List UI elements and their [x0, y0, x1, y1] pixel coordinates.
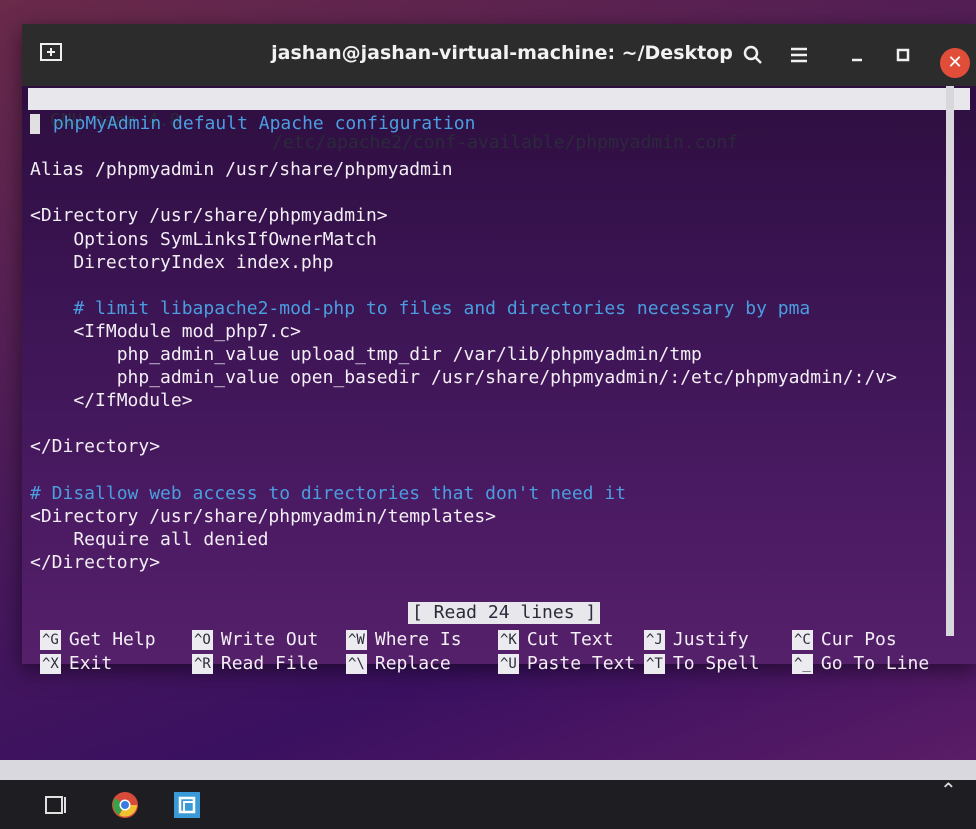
shortcut-item: ^J Justify [644, 628, 749, 652]
shortcut-key: ^W [346, 630, 367, 650]
shortcut-key: ^X [40, 654, 61, 674]
status-message: [ Read 24 lines ] [408, 602, 601, 624]
shortcut-key: ^T [644, 654, 665, 674]
shortcut-key: ^J [644, 630, 665, 650]
host-window-strip [0, 760, 976, 780]
minimize-icon[interactable] [844, 42, 870, 68]
close-icon[interactable]: ✕ [940, 48, 970, 78]
editor-line: </Directory> [30, 436, 161, 458]
editor-line: # Disallow web access to directories tha… [30, 482, 627, 504]
shortcut-key: ^\ [346, 654, 367, 674]
editor-line: Options SymLinksIfOwnerMatch [30, 228, 377, 250]
shortcut-item: ^T To Spell [644, 652, 760, 676]
shortcut-item: ^U Paste Text [498, 652, 635, 676]
shortcut-key: ^K [498, 630, 519, 650]
editor-line: </Directory> [30, 551, 161, 573]
shortcut-label: Exit [68, 653, 113, 674]
editor-line: <Directory /usr/share/phpmyadmin/templat… [30, 505, 496, 527]
window-title: jashan@jashan-virtual-machine: ~/Desktop [271, 42, 733, 64]
maximize-icon[interactable] [890, 42, 916, 68]
shortcut-key: ^_ [792, 654, 813, 674]
shortcut-key: ^R [192, 654, 213, 674]
shortcut-item: ^R Read File [192, 652, 318, 676]
shortcut-item: ^G Get Help [40, 628, 156, 652]
shortcut-item: ^X Exit [40, 652, 112, 676]
shortcut-label: Read File [220, 653, 319, 674]
vmware-icon[interactable] [172, 790, 202, 820]
editor-line: phpMyAdmin default Apache configuration [30, 112, 475, 136]
terminal-content[interactable]: GNU nano 4.8 /etc/apache2/conf-available… [28, 86, 972, 674]
shortcut-label: Cut Text [526, 629, 614, 650]
text-cursor [30, 114, 40, 134]
shortcut-key: ^O [192, 630, 213, 650]
shortcut-key: ^G [40, 630, 61, 650]
editor-line: Require all denied [30, 528, 269, 550]
task-view-icon[interactable] [42, 790, 72, 820]
shortcut-key: ^U [498, 654, 519, 674]
shortcut-label: Paste Text [526, 653, 636, 674]
editor-line: php_admin_value open_basedir /usr/share/… [30, 367, 897, 389]
shortcut-label: Replace [374, 653, 451, 674]
shortcut-item: ^W Where Is [346, 628, 462, 652]
editor-line: php_admin_value upload_tmp_dir /var/lib/… [30, 344, 702, 365]
shortcut-label: Cur Pos [820, 629, 897, 650]
shortcut-label: To Spell [672, 653, 760, 674]
new-tab-icon[interactable] [40, 43, 62, 61]
window-titlebar[interactable]: jashan@jashan-virtual-machine: ~/Desktop… [22, 24, 976, 86]
shortcut-label: Get Help [68, 629, 156, 650]
editor-line: # limit libapache2-mod-php to files and … [30, 297, 811, 319]
editor-line: DirectoryIndex index.php [30, 251, 334, 273]
shortcut-item: ^_ Go To Line [792, 652, 929, 676]
hamburger-menu-icon[interactable] [786, 42, 812, 68]
scrollbar[interactable] [946, 86, 954, 636]
editor-line: <Directory /usr/share/phpmyadmin> [30, 205, 388, 227]
shortcut-label: Justify [672, 629, 749, 650]
shortcut-item: ^\ Replace [346, 652, 451, 676]
shortcut-key: ^C [792, 630, 813, 650]
nano-header-bar: GNU nano 4.8 /etc/apache2/conf-available… [28, 88, 970, 153]
editor-line: </IfModule> [30, 390, 193, 412]
line-text: phpMyAdmin default Apache configuration [42, 113, 476, 134]
shortcut-item: ^O Write Out [192, 628, 318, 652]
shortcut-item: ^C Cur Pos [792, 628, 897, 652]
shortcut-item: ^K Cut Text [498, 628, 614, 652]
shortcut-label: Write Out [220, 629, 319, 650]
chevron-up-icon[interactable]: ⌃ [940, 778, 957, 802]
terminal-window: jashan@jashan-virtual-machine: ~/Desktop… [22, 24, 976, 674]
editor-line: <IfModule mod_php7.c> [30, 320, 301, 342]
shortcut-label: Where Is [374, 629, 462, 650]
shortcut-label: Go To Line [820, 653, 930, 674]
search-icon[interactable] [740, 42, 766, 68]
chrome-icon[interactable] [110, 790, 140, 820]
editor-line: Alias /phpmyadmin /usr/share/phpmyadmin [30, 159, 453, 181]
